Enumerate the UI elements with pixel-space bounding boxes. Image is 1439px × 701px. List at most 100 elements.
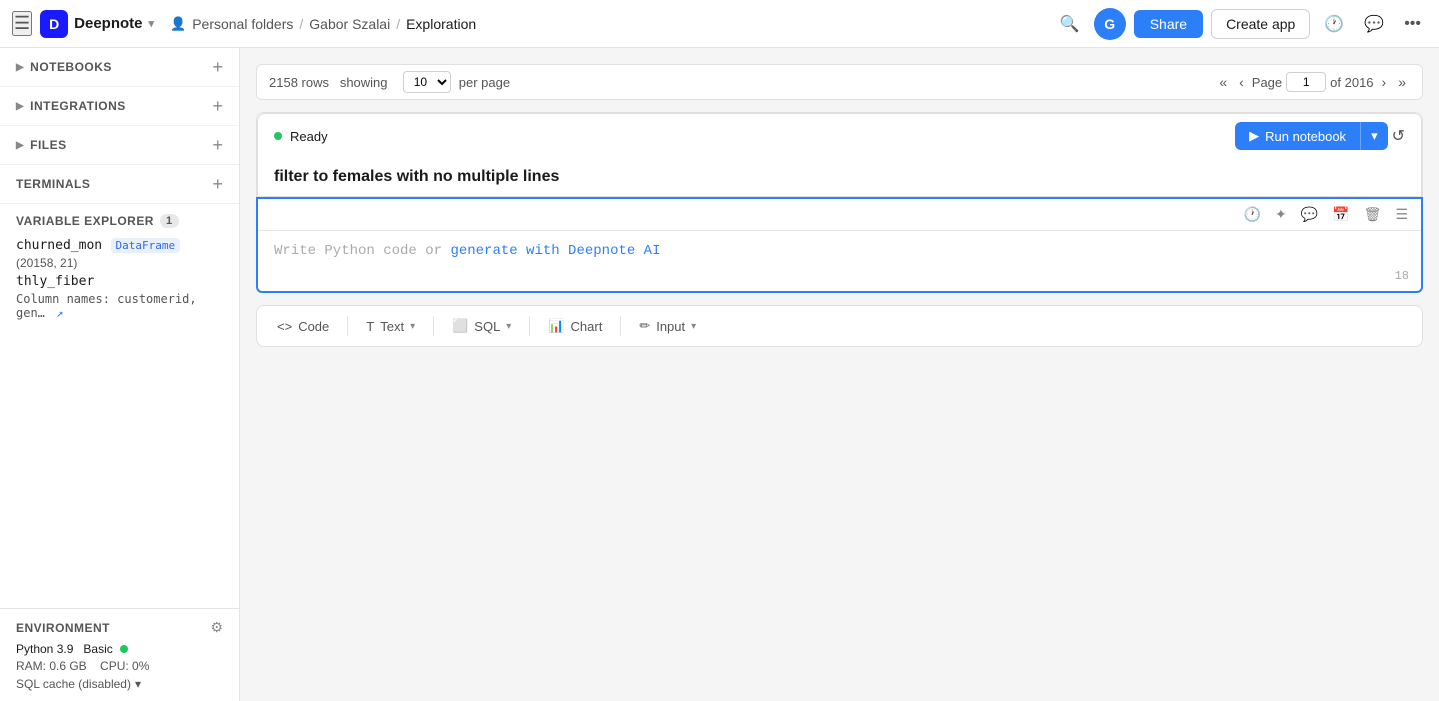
sql-cache-toggle[interactable]: SQL cache (disabled) ▾: [16, 677, 223, 691]
files-chevron: ▶: [16, 140, 24, 151]
block-separator-2: [433, 316, 434, 336]
search-icon[interactable]: 🔍: [1054, 8, 1086, 40]
chart-label: Chart: [571, 319, 603, 334]
page-input[interactable]: [1286, 72, 1326, 92]
code-editor[interactable]: Write Python code or generate with Deepn…: [258, 231, 1421, 291]
environment-gear-icon[interactable]: ⚙: [210, 619, 223, 636]
input-label: Input: [656, 319, 685, 334]
breadcrumb-personal-folders[interactable]: Personal folders: [192, 16, 293, 32]
files-header[interactable]: ▶ FILES +: [16, 136, 223, 154]
add-chart-button[interactable]: 📊 Chart: [536, 312, 614, 340]
text-dropdown-arrow: ▾: [410, 321, 415, 332]
cell-comment-icon[interactable]: 💬: [1296, 203, 1323, 226]
cell-magic-icon[interactable]: ✦: [1270, 203, 1292, 226]
cell-calendar-icon[interactable]: 📅: [1327, 203, 1354, 226]
per-page-select[interactable]: 10 25 50: [403, 71, 451, 93]
files-add-button[interactable]: +: [212, 136, 223, 154]
play-icon: ▶: [1249, 128, 1259, 144]
files-label: FILES: [30, 138, 66, 152]
pagination-controls: « ‹ Page of 2016 › »: [1215, 72, 1410, 92]
sql-dropdown-arrow: ▾: [506, 321, 511, 332]
variable-churned-name-row: churned_mon DataFrame (20158, 21): [16, 236, 223, 272]
status-text: Ready: [290, 129, 328, 144]
pagination-next-btn[interactable]: ›: [1378, 72, 1391, 92]
text-icon: T: [366, 319, 374, 334]
notebooks-section: ▶ NOTEBOOKS +: [0, 48, 239, 87]
add-block-bar: <> Code T Text ▾ ⬜ SQL ▾ 📊 Chart ✏: [256, 305, 1423, 347]
integrations-section: ▶ INTEGRATIONS +: [0, 87, 239, 126]
history-icon[interactable]: 🕐: [1318, 8, 1350, 40]
more-options-icon[interactable]: •••: [1398, 9, 1427, 39]
variable-explorer-title: VARIABLE EXPLORER 1: [16, 214, 179, 228]
header-right: 🔍 G Share Create app 🕐 💬 •••: [1054, 8, 1427, 40]
line-count: 18: [1395, 269, 1409, 283]
generate-ai-link[interactable]: generate with Deepnote AI: [450, 243, 660, 259]
cell-title-bar: filter to females with no multiple lines: [257, 158, 1422, 196]
header: ☰ D Deepnote ▾ 👤 Personal folders / Gabo…: [0, 0, 1439, 48]
sql-label: SQL: [474, 319, 500, 334]
variable-explorer: VARIABLE EXPLORER 1 churned_mon DataFram…: [0, 204, 239, 608]
notebooks-header[interactable]: ▶ NOTEBOOKS +: [16, 58, 223, 76]
share-button[interactable]: Share: [1134, 10, 1203, 38]
cell-container: Ready ▶ Run notebook ▾ ↺ filter to femal…: [256, 112, 1423, 293]
sidebar: ▶ NOTEBOOKS + ▶ INTEGRATIONS + ▶ FILES: [0, 48, 240, 701]
integrations-header[interactable]: ▶ INTEGRATIONS +: [16, 97, 223, 115]
environment-tier: Basic: [83, 642, 112, 656]
integrations-label: INTEGRATIONS: [30, 99, 126, 113]
block-separator-4: [620, 316, 621, 336]
cell-clock-icon[interactable]: 🕐: [1239, 203, 1266, 226]
terminals-add-button[interactable]: +: [212, 175, 223, 193]
variable-open-link[interactable]: ↗: [56, 306, 63, 320]
notebooks-add-button[interactable]: +: [212, 58, 223, 76]
add-sql-button[interactable]: ⬜ SQL ▾: [440, 312, 523, 340]
environment-python-version: Python 3.9 Basic: [16, 642, 128, 656]
run-notebook-button[interactable]: ▶ Run notebook: [1235, 122, 1360, 150]
environment-ram: RAM: 0.6 GB: [16, 659, 87, 673]
run-notebook-label: Run notebook: [1265, 129, 1346, 144]
breadcrumb-author[interactable]: Gabor Szalai: [309, 16, 390, 32]
variable-churned-type: DataFrame: [111, 238, 181, 253]
notebooks-chevron: ▶: [16, 62, 24, 73]
environment-title: ENVIRONMENT: [16, 621, 110, 635]
menu-icon[interactable]: ☰: [12, 11, 32, 36]
add-code-button[interactable]: <> Code: [265, 313, 341, 340]
integrations-add-button[interactable]: +: [212, 97, 223, 115]
pagination-first-btn[interactable]: «: [1215, 72, 1231, 92]
environment-cpu: CPU: 0%: [100, 659, 149, 673]
page-label: Page: [1252, 75, 1282, 90]
environment-status-dot: [120, 645, 128, 653]
comments-icon[interactable]: 💬: [1358, 8, 1390, 40]
code-placeholder-text: Write Python code or: [274, 243, 450, 259]
logo-dropdown-icon: ▾: [148, 17, 154, 30]
column-names-text: Column names: customerid, gen…: [16, 292, 197, 320]
rows-label: 2158 rows showing: [269, 75, 395, 90]
breadcrumb-sep-2: /: [396, 16, 400, 32]
code-cell: 🕐 ✦ 💬 📅 🗑 ☰ Write Python code or generat…: [256, 197, 1423, 293]
cell-trash-icon[interactable]: 🗑: [1359, 203, 1387, 226]
add-input-button[interactable]: ✏ Input ▾: [627, 312, 708, 340]
status-title-wrapper: Ready ▶ Run notebook ▾ ↺ filter to femal…: [256, 112, 1423, 197]
sql-cache-chevron: ▾: [135, 677, 141, 691]
pagination-bar: 2158 rows showing 10 25 50 per page « ‹ …: [256, 64, 1423, 100]
run-notebook-dropdown-button[interactable]: ▾: [1360, 122, 1388, 150]
refresh-button[interactable]: ↺: [1392, 126, 1405, 146]
variable-item-churned: churned_mon DataFrame (20158, 21) thly_f…: [16, 236, 223, 320]
status-bar: Ready ▶ Run notebook ▾ ↺: [257, 113, 1422, 158]
terminals-header[interactable]: TERMINALS +: [16, 175, 223, 193]
code-cell-toolbar: 🕐 ✦ 💬 📅 🗑 ☰: [258, 199, 1421, 231]
block-separator-1: [347, 316, 348, 336]
cell-list-icon[interactable]: ☰: [1390, 203, 1413, 226]
code-icon: <>: [277, 319, 292, 334]
environment-resources: RAM: 0.6 GB CPU: 0%: [16, 659, 223, 673]
pagination-prev-btn[interactable]: ‹: [1235, 72, 1248, 92]
logo[interactable]: D Deepnote ▾: [40, 10, 154, 38]
pagination-last-btn[interactable]: »: [1394, 72, 1410, 92]
header-left: ☰ D Deepnote ▾ 👤 Personal folders / Gabo…: [12, 10, 476, 38]
add-text-button[interactable]: T Text ▾: [354, 313, 427, 340]
text-label: Text: [380, 319, 404, 334]
code-label: Code: [298, 319, 329, 334]
create-app-button[interactable]: Create app: [1211, 9, 1310, 39]
per-page-label: per page: [459, 75, 510, 90]
environment-python-row: Python 3.9 Basic: [16, 642, 223, 656]
breadcrumb: 👤 Personal folders / Gabor Szalai / Expl…: [170, 16, 476, 32]
